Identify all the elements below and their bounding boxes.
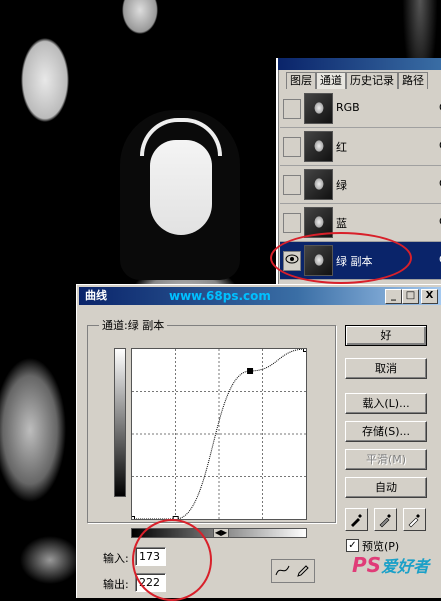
close-button[interactable]: X [421, 289, 438, 304]
tab-paths[interactable]: 路径 [398, 72, 428, 89]
load-button[interactable]: 载入(L)... [345, 393, 427, 414]
curve-graph[interactable] [129, 346, 309, 522]
channel-label: 通道:绿 副本 [99, 317, 168, 333]
visibility-toggle[interactable] [283, 175, 301, 195]
curve-tool-icon[interactable] [274, 562, 291, 579]
channel-row-red[interactable]: 红 C [280, 128, 441, 166]
save-button[interactable]: 存储(S)... [345, 421, 427, 442]
curves-dialog: 曲线 www.68ps.com _ □ X 通道:绿 副本 ◀▶ 输入: 173… [76, 284, 441, 598]
curve-svg[interactable] [129, 346, 309, 522]
channel-thumbnail [304, 93, 333, 124]
tab-channels[interactable]: 通道 [316, 72, 346, 89]
gray-eyedropper-icon[interactable] [374, 508, 397, 531]
channel-row-green[interactable]: 绿 C [280, 166, 441, 204]
site-logo: PS爱好者 [352, 553, 429, 577]
curve-tool-group [271, 559, 315, 583]
preview-label: 预览(P) [362, 540, 400, 553]
curve-control-point[interactable] [303, 346, 309, 352]
cancel-button[interactable]: 取消 [345, 358, 427, 379]
maximize-button[interactable]: □ [402, 289, 419, 304]
curve-control-point[interactable] [129, 516, 135, 522]
tab-history[interactable]: 历史记录 [346, 72, 398, 89]
input-label: 输入: [103, 552, 129, 565]
visibility-toggle[interactable] [283, 213, 301, 233]
channel-thumbnail [304, 131, 333, 162]
curve-control-point[interactable] [247, 368, 254, 374]
pencil-tool-icon[interactable] [294, 562, 311, 579]
gradient-toggle[interactable]: ◀▶ [213, 528, 229, 538]
ok-button[interactable]: 好 [345, 325, 427, 346]
channels-panel-tabs: 图层 通道 历史记录 路径 [286, 72, 428, 90]
channel-row-rgb[interactable]: RGB C [280, 90, 441, 128]
channel-name: 红 [336, 141, 347, 154]
site-logo-ps: PS [352, 553, 382, 577]
channels-panel-titlebar[interactable] [278, 58, 441, 70]
annotation-circle-fields [132, 519, 212, 601]
white-eyedropper-icon[interactable] [403, 508, 426, 531]
channel-name: 蓝 [336, 217, 347, 230]
preview-checkbox[interactable]: ✓ [346, 539, 359, 552]
smooth-button[interactable]: 平滑(M) [345, 449, 427, 470]
output-gradient-bar [114, 348, 126, 497]
minimize-button[interactable]: _ [385, 289, 402, 304]
watermark-text: www.68ps.com [169, 289, 271, 303]
site-logo-text: 爱好者 [381, 557, 430, 576]
channel-name: 绿 [336, 179, 347, 192]
auto-button[interactable]: 自动 [345, 477, 427, 498]
visibility-toggle[interactable] [283, 99, 301, 119]
dialog-titlebar[interactable]: 曲线 www.68ps.com _ □ X [79, 287, 441, 305]
visibility-toggle[interactable] [283, 137, 301, 157]
black-eyedropper-icon[interactable] [345, 508, 368, 531]
channel-name: RGB [336, 101, 360, 114]
channel-thumbnail [304, 169, 333, 200]
dialog-title: 曲线 [85, 289, 107, 302]
annotation-circle [270, 232, 412, 284]
output-label: 输出: [103, 578, 129, 591]
tab-layers[interactable]: 图层 [286, 72, 316, 89]
